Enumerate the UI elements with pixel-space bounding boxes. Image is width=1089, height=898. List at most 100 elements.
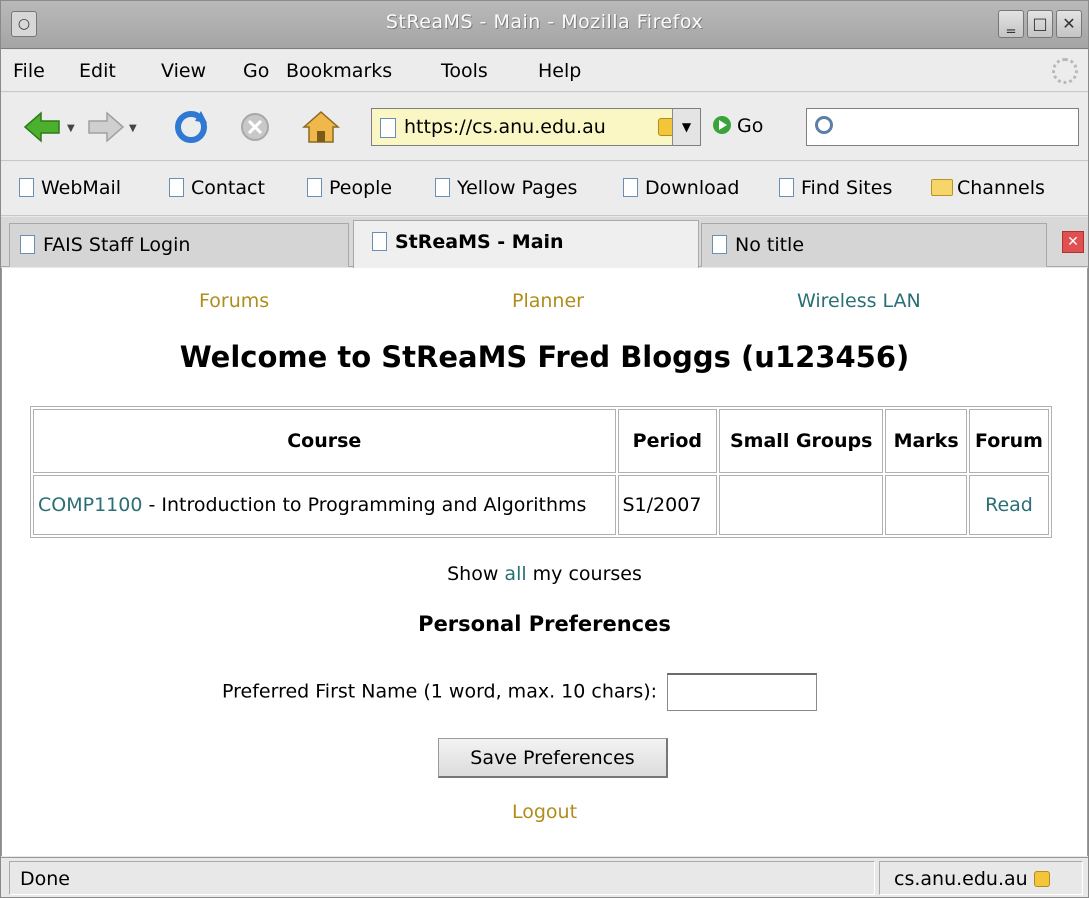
courses-table: Course Period Small Groups Marks Forum C… <box>30 406 1052 538</box>
close-window-button[interactable]: ✕ <box>1056 10 1082 38</box>
url-text[interactable]: https://cs.anu.edu.au <box>404 116 654 138</box>
tab-label: No title <box>735 234 805 256</box>
browser-window: ○ StReaMS - Main - Mozilla Firefox ‗ □ ✕… <box>0 0 1089 898</box>
padlock-icon[interactable] <box>1033 871 1050 887</box>
bookmark-label: WebMail <box>41 177 122 199</box>
close-tab-icon[interactable]: ✕ <box>1062 231 1084 253</box>
go-button[interactable]: Go <box>713 115 763 137</box>
back-history-dropdown-icon[interactable]: ▼ <box>67 123 75 134</box>
bookmark-people[interactable]: People <box>307 177 392 199</box>
save-preferences-button[interactable]: Save Preferences <box>438 738 668 778</box>
planner-link[interactable]: Planner <box>512 290 584 312</box>
show-all-prefix: Show <box>447 563 505 585</box>
page-icon <box>380 118 396 138</box>
show-all-courses: Show all my courses <box>2 563 1087 585</box>
page-icon <box>435 178 450 197</box>
page-icon <box>169 178 184 197</box>
maximize-button[interactable]: □ <box>1027 10 1053 38</box>
preferences-heading: Personal Preferences <box>418 612 671 636</box>
show-all-suffix: my courses <box>526 563 642 585</box>
column-header-marks: Marks <box>885 409 968 473</box>
column-header-small-groups: Small Groups <box>719 409 884 473</box>
tab-streams-main[interactable]: StReaMS - Main <box>353 220 699 268</box>
title-bar: ○ StReaMS - Main - Mozilla Firefox ‗ □ ✕ <box>1 1 1088 49</box>
logout-row: Logout <box>2 801 1087 823</box>
status-domain: cs.anu.edu.au <box>894 868 1028 890</box>
throbber-icon <box>1052 58 1078 84</box>
course-cell: COMP1100 - Introduction to Programming a… <box>33 475 616 535</box>
url-dropdown-button[interactable]: ▼ <box>672 109 700 145</box>
bookmark-find-sites[interactable]: Find Sites <box>779 177 892 199</box>
search-box[interactable] <box>806 108 1079 146</box>
bookmark-label: People <box>329 177 393 199</box>
preferred-name-label: Preferred First Name (1 word, max. 10 ch… <box>222 680 658 703</box>
table-row: COMP1100 - Introduction to Programming a… <box>33 475 1049 535</box>
menu-tools[interactable]: Tools <box>441 60 488 82</box>
minimize-button[interactable]: ‗ <box>998 10 1024 38</box>
tab-no-title[interactable]: No title <box>701 223 1047 267</box>
security-status[interactable]: cs.anu.edu.au <box>879 861 1083 895</box>
navigation-toolbar: ▼ ▼ https://cs.anu.edu.au ▼ Go <box>1 93 1088 161</box>
bookmarks-toolbar: WebMail Contact People Yellow Pages Down… <box>1 162 1088 216</box>
search-icon[interactable] <box>815 116 833 134</box>
forward-arrow-icon[interactable] <box>85 109 125 145</box>
bookmark-label: Yellow Pages <box>457 177 578 199</box>
course-name: - Introduction to Programming and Algori… <box>142 494 587 516</box>
menu-bar: File Edit View Go Bookmarks Tools Help <box>1 50 1088 92</box>
status-bar: Done cs.anu.edu.au <box>1 857 1088 897</box>
page-icon <box>779 178 794 197</box>
bookmark-yellow-pages[interactable]: Yellow Pages <box>435 177 577 199</box>
status-text: Done <box>9 861 875 895</box>
menu-edit[interactable]: Edit <box>79 60 116 82</box>
tab-label: StReaMS - Main <box>395 231 564 253</box>
bookmark-download[interactable]: Download <box>623 177 739 199</box>
column-header-course: Course <box>33 409 616 473</box>
folder-icon <box>931 179 953 196</box>
stop-icon[interactable] <box>235 109 275 145</box>
window-controls: ‗ □ ✕ <box>998 10 1082 38</box>
bookmark-label: Download <box>645 177 740 199</box>
page-content: Forums Planner Wireless LAN Welcome to S… <box>1 268 1088 856</box>
tab-fais-staff-login[interactable]: FAIS Staff Login <box>9 223 349 267</box>
forum-read-link[interactable]: Read <box>985 494 1033 516</box>
table-header-row: Course Period Small Groups Marks Forum <box>33 409 1049 473</box>
logout-link[interactable]: Logout <box>512 801 577 823</box>
course-code-link[interactable]: COMP1100 <box>38 494 142 516</box>
menu-file[interactable]: File <box>13 60 45 82</box>
go-label: Go <box>737 115 764 137</box>
show-all-link[interactable]: all <box>504 563 526 585</box>
back-arrow-icon[interactable] <box>23 109 63 145</box>
forum-cell: Read <box>969 475 1049 535</box>
menu-bookmarks[interactable]: Bookmarks <box>286 60 392 82</box>
period-cell: S1/2007 <box>617 475 718 535</box>
page-icon <box>712 235 727 254</box>
forums-link[interactable]: Forums <box>199 290 269 312</box>
wireless-lan-link[interactable]: Wireless LAN <box>797 290 921 312</box>
tab-label: FAIS Staff Login <box>43 234 191 256</box>
page-icon <box>623 178 638 197</box>
home-icon[interactable] <box>301 109 341 145</box>
page-icon <box>19 178 34 197</box>
menu-go[interactable]: Go <box>243 60 269 82</box>
reload-icon[interactable] <box>171 109 211 145</box>
bookmark-contact[interactable]: Contact <box>169 177 265 199</box>
page-icon <box>20 235 35 254</box>
bookmark-channels[interactable]: Channels <box>931 177 1045 199</box>
column-header-forum: Forum <box>969 409 1049 473</box>
marks-cell <box>885 475 968 535</box>
preferred-name-row: Preferred First Name (1 word, max. 10 ch… <box>222 673 818 711</box>
url-bar[interactable]: https://cs.anu.edu.au ▼ <box>371 108 701 146</box>
preferred-name-input[interactable] <box>667 673 818 711</box>
forward-history-dropdown-icon[interactable]: ▼ <box>129 123 137 134</box>
small-groups-cell <box>719 475 884 535</box>
menu-view[interactable]: View <box>161 60 206 82</box>
window-title: StReaMS - Main - Mozilla Firefox <box>385 11 704 33</box>
tab-bar: FAIS Staff Login StReaMS - Main No title… <box>1 217 1088 268</box>
bookmark-webmail[interactable]: WebMail <box>19 177 121 199</box>
page-icon <box>372 232 387 251</box>
menu-help[interactable]: Help <box>538 60 581 82</box>
bookmark-label: Channels <box>957 177 1045 199</box>
bookmark-label: Find Sites <box>801 177 893 199</box>
bookmark-label: Contact <box>191 177 265 199</box>
page-icon <box>307 178 322 197</box>
